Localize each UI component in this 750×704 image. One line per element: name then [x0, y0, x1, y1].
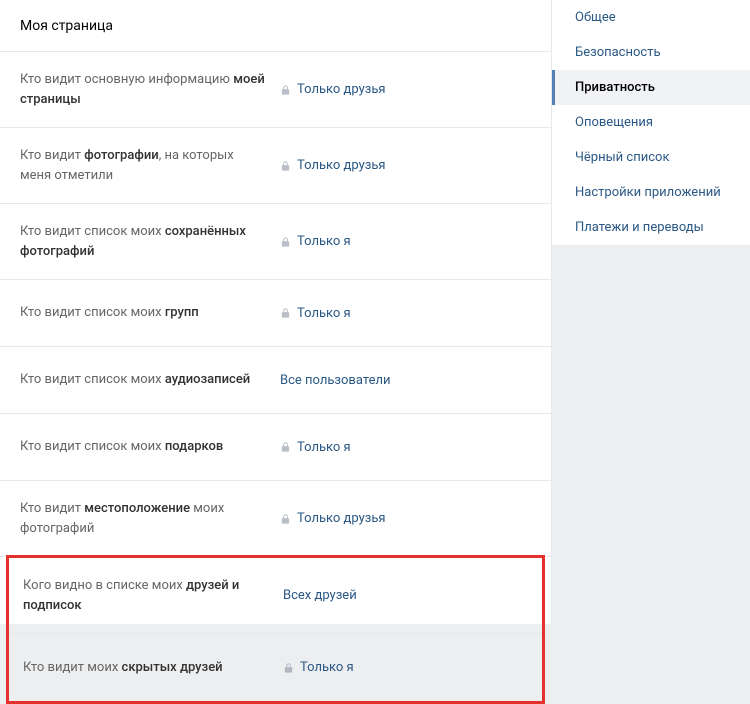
label-text: Кто видит список моих	[20, 372, 165, 387]
sidebar-item-label: Платежи и переводы	[575, 220, 704, 235]
settings-sidebar: Общее Безопасность Приватность Оповещения Чё…	[552, 0, 750, 624]
sidebar-item-label: Безопасность	[575, 45, 661, 60]
privacy-setting-row: Кто видит список моих подарков Только я	[0, 414, 551, 481]
privacy-value-text: Все пользователи	[280, 373, 391, 388]
label-text: Кто видит	[20, 148, 84, 163]
privacy-setting-label: Кто видит список моих подарков	[20, 437, 280, 457]
lock-icon	[280, 160, 291, 172]
privacy-value-text: Всех друзей	[283, 588, 357, 603]
sidebar-item[interactable]: Платежи и переводы	[552, 210, 750, 245]
label-bold: скрытых друзей	[122, 660, 223, 675]
section-header: Моя страница	[0, 0, 551, 52]
label-text: Кто видит моих	[23, 660, 122, 675]
sidebar-item-label: Приватность	[575, 80, 655, 95]
privacy-setting-value[interactable]: Только друзья	[280, 158, 386, 173]
privacy-setting-value[interactable]: Только друзья	[280, 511, 386, 526]
sidebar-item-label: Оповещения	[575, 115, 653, 130]
label-bold: подарков	[165, 439, 223, 454]
privacy-setting-row: Кто видит фотографии, на которых меня от…	[0, 128, 551, 204]
privacy-value-text: Только друзья	[297, 511, 386, 526]
privacy-value-text: Только друзья	[297, 82, 386, 97]
privacy-setting-row: Кто видит список моих групп Только я	[0, 280, 551, 347]
sidebar-item-label: Чёрный список	[575, 150, 669, 165]
sidebar-item[interactable]: Оповещения	[552, 105, 750, 140]
sidebar-item[interactable]: Безопасность	[552, 35, 750, 70]
privacy-setting-label: Кто видит список моих аудиозаписей	[20, 370, 280, 390]
privacy-setting-label: Кто видит основную информацию моей стран…	[20, 70, 280, 109]
label-bold: фотографии	[84, 148, 158, 163]
label-bold: групп	[165, 305, 199, 320]
lock-icon	[280, 441, 291, 453]
label-text: Кто видит список моих	[20, 439, 165, 454]
privacy-setting-value[interactable]: Всех друзей	[283, 588, 357, 603]
privacy-setting-value[interactable]: Все пользователи	[280, 373, 391, 388]
privacy-setting-row: Кто видит список моих сохранённых фотогр…	[0, 204, 551, 280]
privacy-setting-row: Кто видит основную информацию моей стран…	[0, 52, 551, 128]
label-text: Кого видно в списке моих	[23, 578, 186, 593]
privacy-value-text: Только я	[297, 440, 351, 455]
privacy-setting-value[interactable]: Только друзья	[280, 82, 386, 97]
privacy-setting-value[interactable]: Только я	[280, 306, 351, 321]
lock-icon	[280, 84, 291, 96]
privacy-setting-row: Кто видит моих скрытых друзей Только я	[9, 634, 542, 701]
privacy-setting-label: Кто видит моих скрытых друзей	[23, 658, 283, 678]
privacy-setting-label: Кто видит список моих сохранённых фотогр…	[20, 222, 280, 261]
sidebar-item[interactable]: Чёрный список	[552, 140, 750, 175]
settings-main-panel: Моя страница Кто видит основную информац…	[0, 0, 552, 624]
privacy-setting-label: Кто видит фотографии, на которых меня от…	[20, 146, 280, 185]
lock-icon	[280, 236, 291, 248]
sidebar-item-label: Общее	[575, 10, 616, 25]
privacy-value-text: Только я	[300, 660, 354, 675]
sidebar-item[interactable]: Общее	[552, 0, 750, 35]
label-bold: местоположение	[84, 501, 190, 516]
highlight-box: Кого видно в списке моих друзей и подпис…	[6, 555, 545, 704]
privacy-value-text: Только я	[297, 306, 351, 321]
sidebar-item-label: Настройки приложений	[575, 185, 721, 200]
privacy-setting-label: Кто видит местоположение моих фотографий	[20, 499, 280, 538]
privacy-setting-row: Кого видно в списке моих друзей и подпис…	[9, 558, 542, 634]
privacy-setting-row: Кто видит список моих аудиозаписейВсе по…	[0, 347, 551, 414]
label-text: Кто видит список моих	[20, 305, 165, 320]
sidebar-item[interactable]: Настройки приложений	[552, 175, 750, 210]
label-text: Кто видит	[20, 501, 84, 516]
label-text: Кто видит список моих	[20, 224, 165, 239]
lock-icon	[280, 307, 291, 319]
privacy-setting-row: Кто видит местоположение моих фотографий…	[0, 481, 551, 557]
privacy-value-text: Только я	[297, 234, 351, 249]
sidebar-item[interactable]: Приватность	[552, 70, 750, 105]
lock-icon	[280, 513, 291, 525]
privacy-setting-label: Кого видно в списке моих друзей и подпис…	[23, 576, 283, 615]
lock-icon	[283, 662, 294, 674]
label-text: Кто видит основную информацию	[20, 72, 233, 87]
privacy-setting-value[interactable]: Только я	[283, 660, 354, 675]
privacy-setting-value[interactable]: Только я	[280, 440, 351, 455]
privacy-setting-value[interactable]: Только я	[280, 234, 351, 249]
privacy-value-text: Только друзья	[297, 158, 386, 173]
privacy-setting-label: Кто видит список моих групп	[20, 303, 280, 323]
label-bold: аудиозаписей	[165, 372, 250, 387]
section-title: Моя страница	[20, 18, 531, 34]
